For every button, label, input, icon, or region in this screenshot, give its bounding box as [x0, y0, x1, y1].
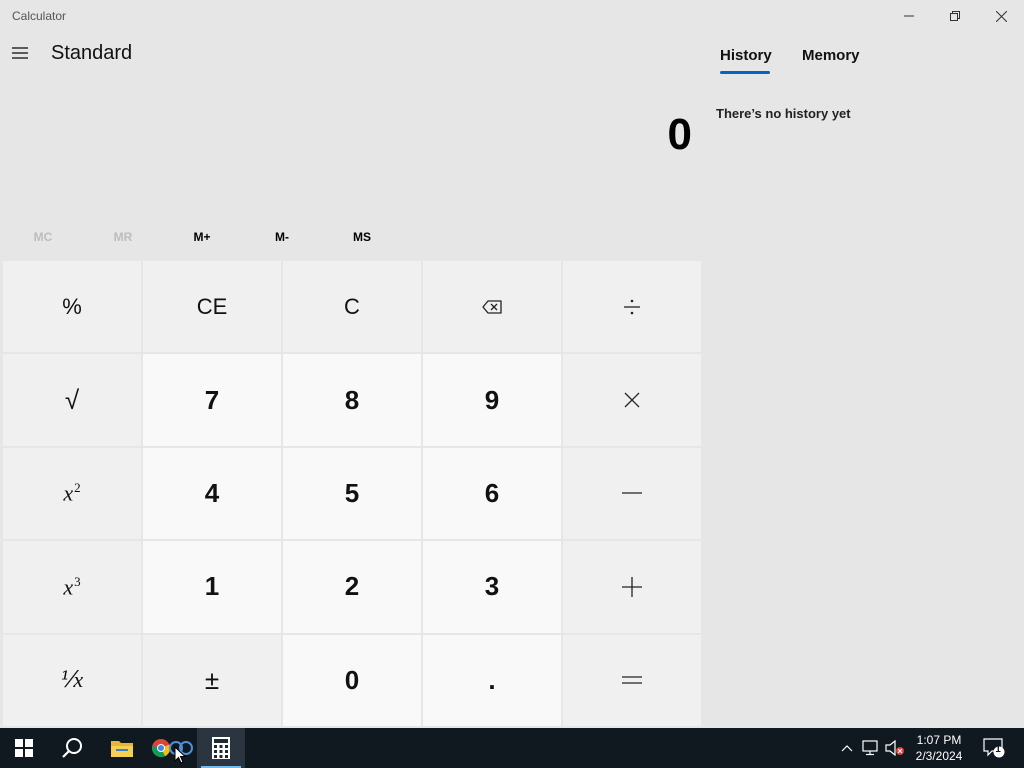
- square-label: x2: [63, 480, 80, 506]
- percent-button[interactable]: %: [3, 261, 141, 353]
- mouse-cursor-icon: [174, 746, 186, 764]
- memory-recall-button[interactable]: MR: [83, 222, 163, 252]
- digit-3-button[interactable]: 3: [423, 541, 561, 633]
- reciprocal-label: ⅟x: [60, 667, 84, 693]
- network-icon: [862, 740, 878, 756]
- clear-button[interactable]: C: [283, 261, 421, 353]
- history-empty-message: There’s no history yet: [716, 106, 851, 121]
- show-hidden-icons-button[interactable]: [836, 728, 858, 768]
- calculator-icon: [212, 737, 230, 759]
- result-display: 0: [667, 110, 692, 159]
- digit-2-button[interactable]: 2: [283, 541, 421, 633]
- divide-icon: [624, 299, 640, 314]
- tab-memory[interactable]: Memory: [802, 47, 860, 64]
- chevron-up-icon: [841, 745, 853, 752]
- memory-clear-button[interactable]: MC: [3, 222, 83, 252]
- restore-icon: [950, 11, 960, 21]
- window-title: Calculator: [12, 9, 67, 23]
- chrome-icon: [152, 739, 193, 758]
- backspace-icon: [482, 300, 502, 314]
- taskbar-calculator[interactable]: [197, 728, 245, 768]
- multiply-button[interactable]: [563, 354, 701, 446]
- backspace-button[interactable]: [423, 261, 561, 353]
- cube-base: x: [63, 574, 74, 600]
- digit-7-button[interactable]: 7: [143, 354, 281, 446]
- equals-button[interactable]: [563, 634, 701, 726]
- cube-label: x3: [63, 574, 80, 600]
- tab-history[interactable]: History: [720, 47, 772, 64]
- restore-button[interactable]: [932, 0, 978, 32]
- taskbar: 1:07 PM 2/3/2024 1: [0, 728, 1024, 768]
- clear-entry-button[interactable]: CE: [143, 261, 281, 353]
- taskbar-file-explorer[interactable]: [98, 728, 146, 768]
- memory-add-button[interactable]: M+: [162, 222, 242, 252]
- digit-5-button[interactable]: 5: [283, 447, 421, 540]
- cube-button[interactable]: x3: [3, 541, 141, 633]
- square-root-button[interactable]: √: [3, 354, 141, 446]
- memory-subtract-button[interactable]: M-: [242, 222, 322, 252]
- memory-controls: MC MR M+ M- MS: [0, 222, 702, 252]
- mode-title: Standard: [51, 42, 133, 64]
- taskbar-chrome[interactable]: [150, 728, 196, 768]
- windows-start-icon: [15, 739, 33, 757]
- digit-4-button[interactable]: 4: [143, 447, 281, 540]
- minimize-icon: [904, 15, 914, 17]
- multiply-icon: [624, 392, 640, 408]
- memory-store-button[interactable]: MS: [322, 222, 402, 252]
- cube-exponent: 3: [74, 573, 81, 589]
- digit-9-button[interactable]: 9: [423, 354, 561, 446]
- square-exponent: 2: [74, 480, 81, 496]
- file-explorer-icon: [111, 741, 133, 757]
- digit-0-button[interactable]: 0: [283, 634, 421, 726]
- volume-button[interactable]: [884, 728, 906, 768]
- hamburger-icon: [12, 47, 28, 59]
- notification-count: 1: [995, 744, 1001, 755]
- navigation-menu-button[interactable]: [4, 38, 36, 68]
- clock[interactable]: 1:07 PM 2/3/2024: [904, 732, 974, 764]
- active-tab-indicator: [720, 71, 770, 74]
- clock-time: 1:07 PM: [916, 733, 962, 747]
- subtract-button[interactable]: [563, 447, 701, 540]
- digit-8-button[interactable]: 8: [283, 354, 421, 446]
- title-bar: Calculator: [0, 0, 1024, 32]
- divide-button[interactable]: [563, 261, 701, 353]
- minimize-button[interactable]: [886, 0, 932, 32]
- negate-button[interactable]: ±: [143, 634, 281, 726]
- keypad: % CE C √ 7 8 9 x2 4 5 6 x3 1 2 3 ⅟x ± 0 …: [3, 261, 701, 726]
- square-button[interactable]: x2: [3, 447, 141, 540]
- clock-date: 2/3/2024: [915, 749, 963, 763]
- action-center-button[interactable]: 1: [980, 728, 1008, 768]
- add-button[interactable]: [563, 541, 701, 633]
- taskbar-search-button[interactable]: [48, 728, 96, 768]
- reciprocal-button[interactable]: ⅟x: [3, 634, 141, 726]
- minus-icon: [622, 492, 642, 495]
- close-button[interactable]: [978, 0, 1024, 32]
- equals-icon: [622, 676, 642, 684]
- digit-1-button[interactable]: 1: [143, 541, 281, 633]
- network-button[interactable]: [860, 728, 882, 768]
- square-base: x: [63, 480, 74, 506]
- decimal-button[interactable]: .: [423, 634, 561, 726]
- volume-muted-icon: [885, 740, 904, 756]
- plus-icon: [622, 576, 642, 597]
- digit-6-button[interactable]: 6: [423, 447, 561, 540]
- search-icon: [62, 738, 82, 758]
- close-icon: [995, 10, 1007, 22]
- start-button[interactable]: [0, 728, 48, 768]
